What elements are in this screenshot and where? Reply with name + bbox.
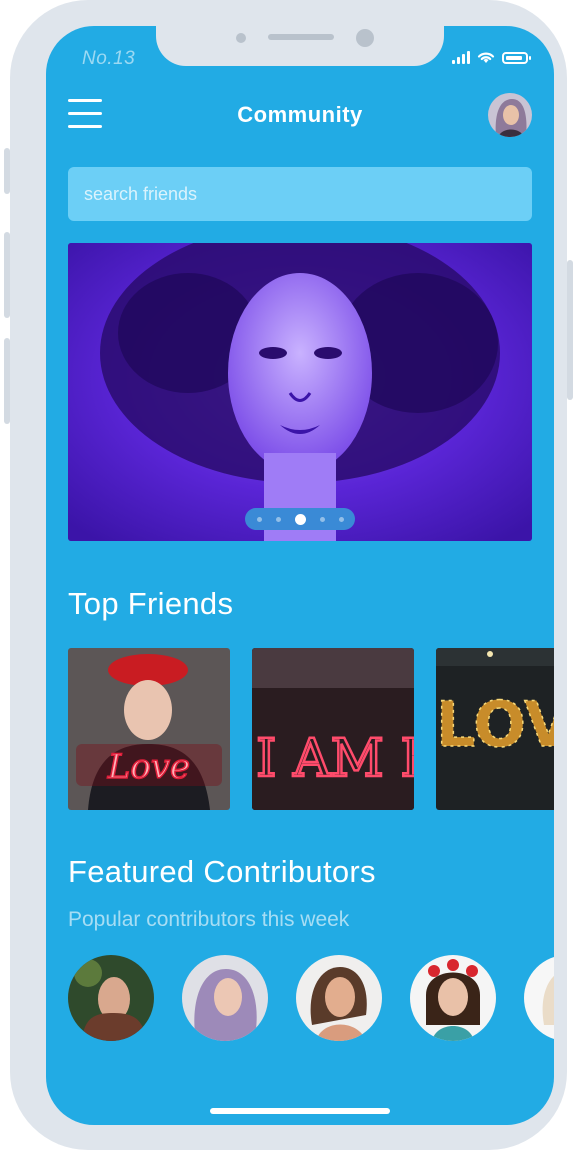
page-title: Community bbox=[237, 102, 363, 127]
status-icons bbox=[452, 50, 531, 64]
contributor-avatar[interactable] bbox=[296, 955, 382, 1041]
hero-banner[interactable] bbox=[68, 243, 532, 541]
featured-contributors-heading: Featured Contributors bbox=[68, 854, 376, 889]
front-camera-icon bbox=[356, 29, 374, 47]
contributor-avatar[interactable] bbox=[68, 955, 154, 1041]
featured-contributors-list bbox=[68, 955, 554, 1041]
speaker-grille bbox=[268, 34, 334, 40]
carousel-dots[interactable] bbox=[245, 508, 355, 530]
contributor-avatar[interactable] bbox=[410, 955, 496, 1041]
friend-card-love[interactable]: Love bbox=[68, 648, 230, 810]
search-input[interactable] bbox=[68, 167, 532, 221]
carousel-dot[interactable] bbox=[256, 516, 262, 522]
friend-sign-text: LOV bbox=[436, 688, 554, 761]
carousel-dot-active[interactable] bbox=[294, 513, 306, 525]
friend-card-iambold[interactable]: I AM BOL bbox=[252, 648, 414, 810]
phone-frame: No.13 Community search friends Top Frien… bbox=[4, 0, 573, 1150]
top-friends-list: Love I AM BOL LOV bbox=[68, 648, 554, 810]
profile-avatar[interactable] bbox=[488, 93, 532, 137]
carousel-dot[interactable] bbox=[319, 516, 325, 522]
carrier-label: No.13 bbox=[82, 48, 136, 69]
notch bbox=[156, 26, 444, 66]
volume-up-button bbox=[4, 232, 10, 318]
contributor-avatar[interactable] bbox=[524, 955, 554, 1041]
featured-contributors-subheading: Popular contributors this week bbox=[68, 908, 350, 931]
top-friends-heading: Top Friends bbox=[68, 586, 234, 621]
signal-icon bbox=[452, 51, 470, 64]
friend-card-lov[interactable]: LOV bbox=[436, 648, 554, 810]
power-button bbox=[567, 260, 573, 400]
carousel-dot[interactable] bbox=[338, 516, 344, 522]
volume-down-button bbox=[4, 338, 10, 424]
wifi-icon bbox=[477, 52, 495, 63]
app-screen: No.13 Community search friends Top Frien… bbox=[46, 26, 554, 1125]
sensor-icon bbox=[236, 33, 246, 43]
friend-sign-text: I AM BOL bbox=[256, 729, 414, 789]
battery-icon bbox=[502, 52, 531, 64]
portrait-artwork bbox=[68, 243, 532, 541]
mute-switch bbox=[4, 148, 10, 194]
carousel-dot[interactable] bbox=[275, 516, 281, 522]
friend-sign-text: Love bbox=[107, 747, 190, 787]
home-indicator[interactable] bbox=[210, 1108, 390, 1114]
contributor-avatar[interactable] bbox=[182, 955, 268, 1041]
